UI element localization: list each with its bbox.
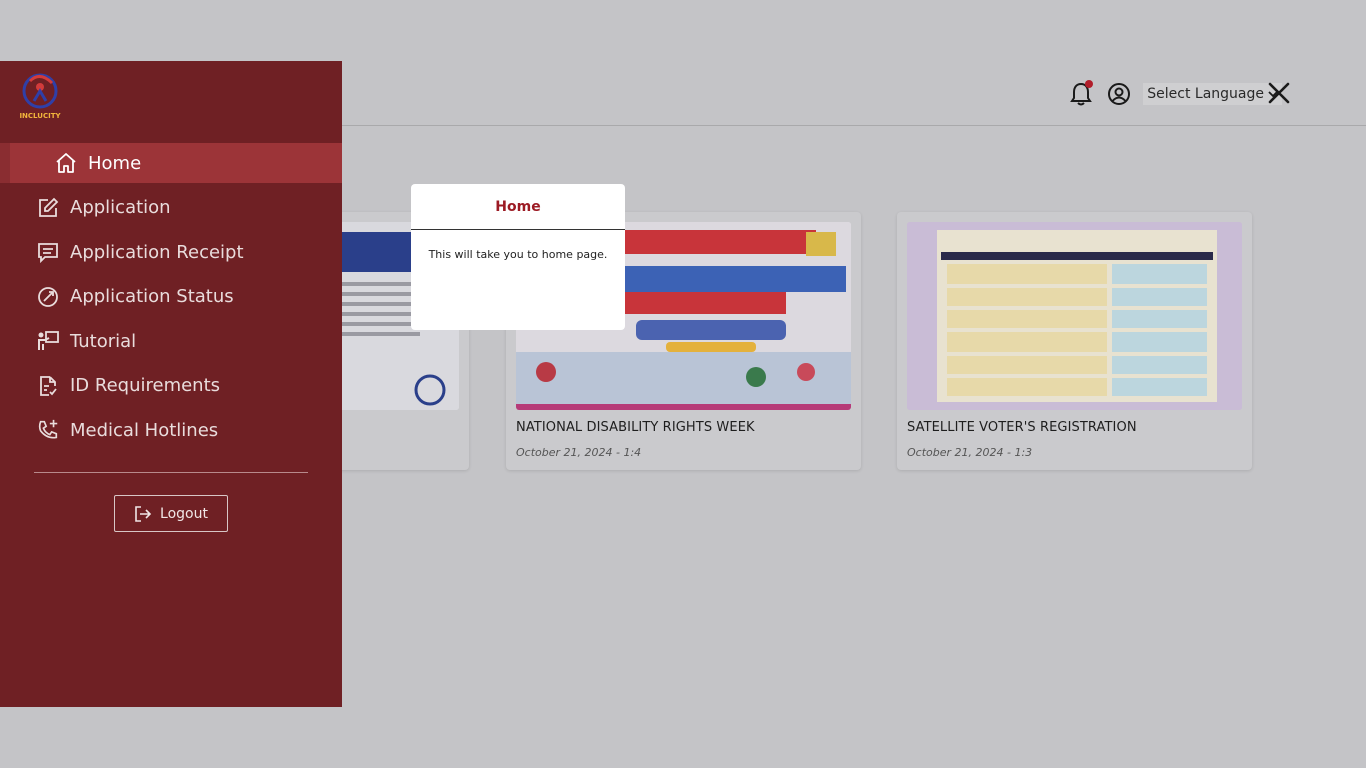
news-card-image (907, 222, 1242, 410)
sidebar-nav: Home Application Application Receipt App… (0, 143, 342, 455)
inclucity-logo[interactable]: INCLUCITY (18, 71, 62, 120)
sidebar-divider (34, 472, 308, 473)
sidebar: INCLUCITY Home Application Application R… (0, 61, 342, 707)
language-select-label: Select Language (1147, 86, 1264, 102)
receipt-icon (36, 240, 60, 264)
sidebar-item-label: ID Requirements (70, 375, 221, 396)
status-icon (36, 285, 60, 309)
sidebar-item-application-receipt[interactable]: Application Receipt (0, 232, 342, 272)
edit-icon (36, 196, 60, 220)
presentation-icon (36, 329, 60, 353)
logout-label: Logout (160, 505, 208, 522)
sidebar-item-label: Tutorial (70, 330, 137, 352)
news-card[interactable]: SATELLITE VOTER'S REGISTRATION October 2… (897, 212, 1252, 470)
sidebar-item-label: Medical Hotlines (70, 419, 219, 441)
logout-icon (135, 505, 152, 522)
sidebar-item-application-status[interactable]: Application Status (0, 277, 342, 317)
language-select[interactable]: Select Language (1143, 83, 1282, 105)
close-icon[interactable] (1266, 80, 1292, 106)
phone-plus-icon (36, 418, 60, 442)
logout-button[interactable]: Logout (114, 495, 228, 532)
svg-text:INCLUCITY: INCLUCITY (19, 112, 61, 119)
sidebar-item-medical-hotlines[interactable]: Medical Hotlines (0, 410, 342, 450)
home-tooltip-popup: Home This will take you to home page. (411, 184, 625, 330)
topbar-actions: Select Language (1067, 78, 1282, 110)
news-card-title: NATIONAL DISABILITY RIGHTS WEEK (516, 420, 755, 435)
sidebar-item-label: Application (70, 197, 171, 218)
sidebar-item-label: Home (88, 152, 142, 174)
bell-icon[interactable] (1067, 80, 1095, 108)
news-card-date: October 21, 2024 - 1:3 (907, 446, 1033, 459)
news-card-date: October 21, 2024 - 1:4 (516, 446, 642, 459)
sidebar-item-tutorial[interactable]: Tutorial (0, 321, 342, 361)
user-circle-icon[interactable] (1105, 80, 1133, 108)
document-check-icon (36, 374, 60, 398)
news-card-title: SATELLITE VOTER'S REGISTRATION (907, 420, 1137, 435)
popup-title: Home (411, 184, 625, 230)
sidebar-item-application[interactable]: Application (0, 188, 342, 228)
sidebar-item-label: Application Status (70, 286, 234, 307)
sidebar-item-id-requirements[interactable]: ID Requirements (0, 366, 342, 406)
sidebar-item-label: Application Receipt (70, 241, 244, 263)
home-icon (54, 151, 78, 175)
popup-body: This will take you to home page. (428, 248, 608, 261)
sidebar-item-home[interactable]: Home (0, 143, 342, 183)
